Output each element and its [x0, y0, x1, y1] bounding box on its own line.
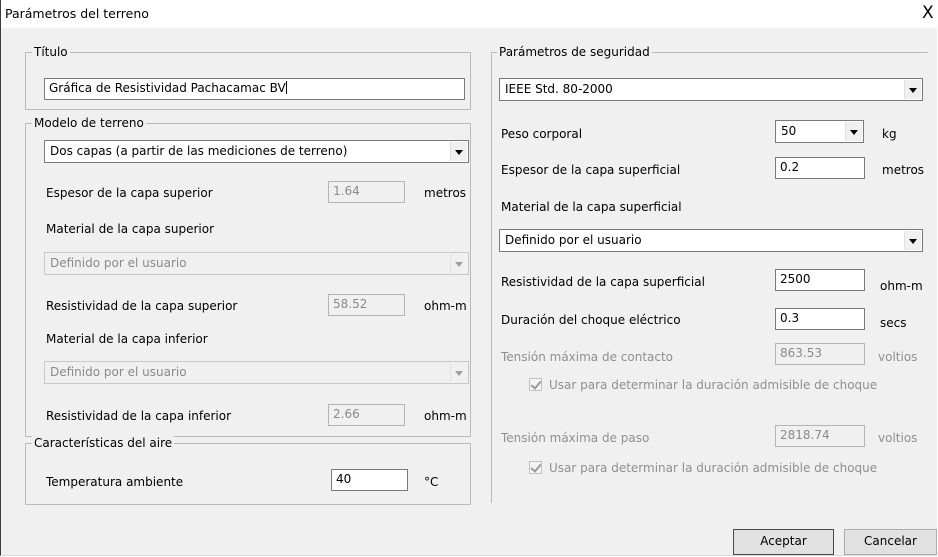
safety-standard-value: IEEE Std. 80-2000 — [505, 82, 613, 96]
chevron-down-icon — [450, 254, 467, 273]
lower-resistivity-unit: ohm-m — [424, 409, 467, 423]
surface-thickness-label: Espesor de la capa superficial — [501, 163, 681, 177]
shock-duration-label: Duración del choque eléctrico — [501, 313, 681, 327]
body-weight-value: 50 — [781, 124, 797, 138]
surface-material-select[interactable]: Definido por el usuario — [499, 229, 923, 252]
safety-standard-select[interactable]: IEEE Std. 80-2000 — [499, 78, 923, 101]
terrain-parameters-dialog: Parámetros del terreno X Título Gráfica … — [0, 0, 937, 556]
chevron-down-icon[interactable] — [450, 142, 467, 161]
surface-material-label: Material de la capa superficial — [501, 200, 682, 214]
chevron-down-icon[interactable] — [845, 122, 862, 141]
step-voltage-label: Tensión máxima de paso — [501, 431, 650, 445]
touch-voltage-field: 863.53 — [775, 343, 865, 365]
ambient-temperature-input[interactable]: 40 — [331, 469, 408, 491]
lower-material-select: Definido por el usuario — [44, 361, 469, 384]
soil-model-value: Dos capas (a partir de las mediciones de… — [50, 144, 348, 158]
lower-material-label: Material de la capa inferior — [46, 332, 208, 346]
step-voltage-unit: voltios — [878, 431, 918, 445]
surface-thickness-unit: metros — [882, 163, 925, 177]
shock-duration-input[interactable]: 0.3 — [775, 308, 865, 330]
air-group-legend: Características del aire — [32, 436, 175, 450]
window-title: Parámetros del terreno — [5, 6, 149, 21]
lower-resistivity-field: 2.66 — [328, 404, 405, 426]
text-caret — [285, 81, 287, 94]
lower-material-value: Definido por el usuario — [50, 365, 187, 379]
step-voltage-field: 2818.74 — [775, 425, 865, 447]
surface-resistivity-label: Resistividad de la capa superficial — [501, 275, 705, 289]
touch-voltage-unit: voltios — [878, 350, 918, 364]
surface-thickness-input[interactable]: 0.2 — [775, 157, 865, 179]
shock-duration-unit: secs — [880, 316, 907, 330]
upper-material-select: Definido por el usuario — [44, 252, 469, 275]
step-voltage-checkbox — [529, 461, 542, 474]
close-icon[interactable]: X — [922, 4, 934, 22]
touch-voltage-label: Tensión máxima de contacto — [501, 350, 674, 364]
surface-resistivity-input[interactable]: 2500 — [775, 269, 865, 291]
soil-model-select[interactable]: Dos capas (a partir de las mediciones de… — [44, 140, 469, 163]
upper-thickness-unit: metros — [424, 186, 467, 200]
upper-thickness-label: Espesor de la capa superior — [46, 186, 213, 200]
body-weight-select[interactable]: 50 — [775, 120, 864, 143]
soil-model-group — [25, 123, 471, 437]
upper-thickness-field: 1.64 — [328, 181, 405, 203]
upper-resistivity-unit: ohm-m — [424, 299, 467, 313]
body-weight-label: Peso corporal — [501, 127, 583, 141]
upper-material-value: Definido por el usuario — [50, 256, 187, 270]
upper-resistivity-field: 58.52 — [328, 294, 405, 316]
touch-voltage-checkbox-label: Usar para determinar la duración admisib… — [549, 378, 878, 392]
title-bar: Parámetros del terreno X — [1, 0, 937, 28]
chart-title-input[interactable]: Gráfica de Resistividad Pachacamac BV — [44, 78, 465, 100]
step-voltage-checkbox-label: Usar para determinar la duración admisib… — [549, 461, 878, 475]
ambient-temperature-label: Temperatura ambiente — [46, 475, 184, 489]
ambient-temperature-unit: °C — [424, 475, 439, 489]
surface-material-value: Definido por el usuario — [505, 233, 642, 247]
soil-model-legend: Modelo de terreno — [32, 116, 146, 130]
chevron-down-icon[interactable] — [904, 80, 921, 99]
upper-resistivity-label: Resistividad de la capa superior — [46, 299, 238, 313]
safety-group-legend: Parámetros de seguridad — [497, 45, 652, 59]
upper-material-label: Material de la capa superior — [46, 222, 215, 236]
touch-voltage-checkbox — [529, 378, 542, 391]
title-group-legend: Título — [32, 45, 70, 59]
surface-resistivity-unit: ohm-m — [880, 279, 923, 293]
chevron-down-icon[interactable] — [904, 231, 921, 250]
body-weight-unit: kg — [882, 127, 897, 141]
lower-resistivity-label: Resistividad de la capa inferior — [46, 409, 232, 423]
accept-button[interactable]: Aceptar — [733, 529, 834, 555]
cancel-button[interactable]: Cancelar — [844, 529, 937, 555]
chevron-down-icon — [450, 363, 467, 382]
